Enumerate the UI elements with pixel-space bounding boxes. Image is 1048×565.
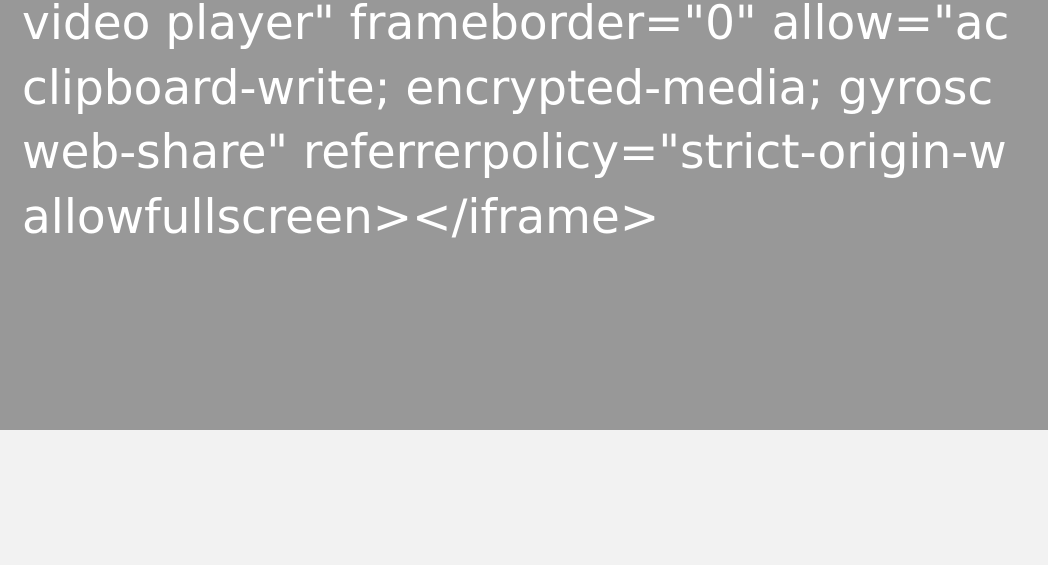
page-background-area bbox=[0, 430, 1048, 565]
embed-code-line-2: clipboard-write; encrypted-media; gyrosc bbox=[22, 60, 994, 116]
embed-code-line-1: video player" frameborder="0" allow="ac bbox=[22, 0, 1010, 51]
video-embed-placeholder: video player" frameborder="0" allow="ac … bbox=[0, 0, 1048, 430]
embed-code-line-4: allowfullscreen></iframe> bbox=[22, 189, 660, 245]
embed-code-line-3: web-share" referrerpolicy="strict-origin… bbox=[22, 125, 1007, 180]
embed-code-text: video player" frameborder="0" allow="ac … bbox=[22, 0, 1009, 250]
